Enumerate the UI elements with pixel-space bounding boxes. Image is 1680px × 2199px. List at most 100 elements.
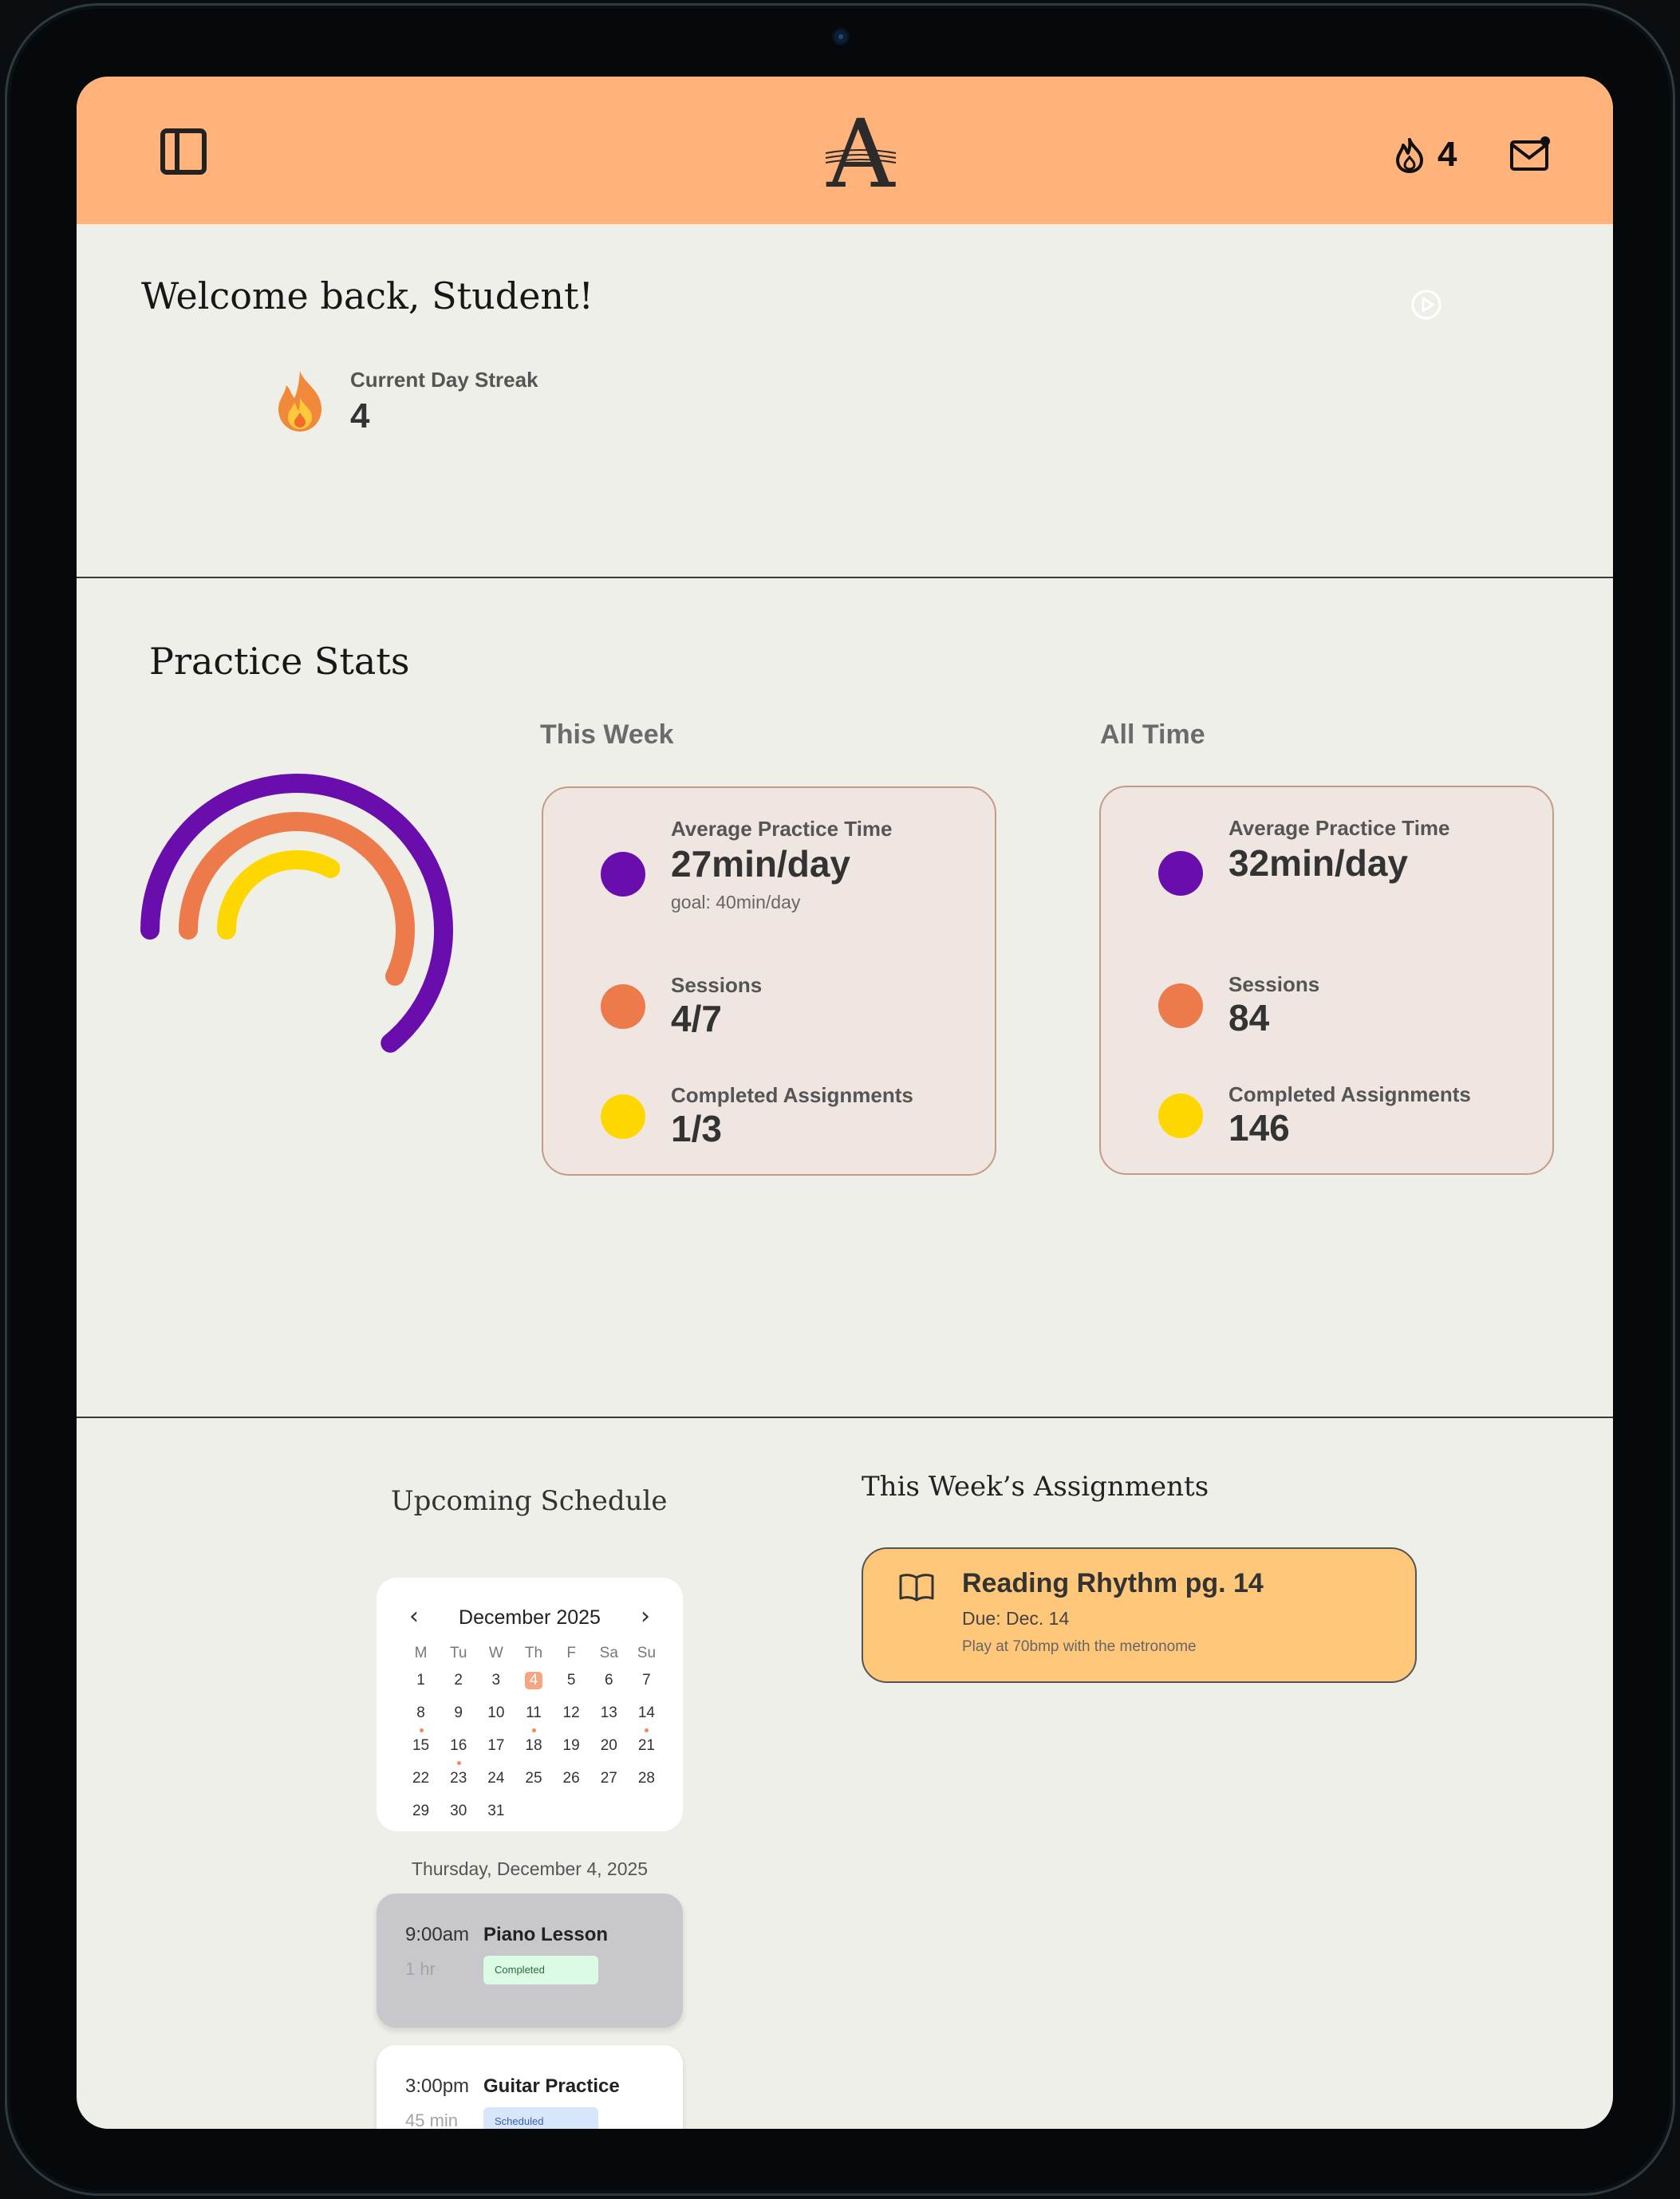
calendar-days: 1 2 3 4 5 6 7 8 9 10 11 12 13 14 15 16 17 18 19 20 21 22 23 24 2… bbox=[402, 1672, 665, 1835]
calendar-day[interactable]: 3 bbox=[477, 1672, 515, 1704]
calendar-day[interactable]: 23 bbox=[440, 1770, 477, 1803]
calendar-day[interactable]: 20 bbox=[590, 1737, 628, 1770]
play-icon[interactable] bbox=[1410, 289, 1442, 321]
calendar-day[interactable]: 16 bbox=[440, 1737, 477, 1770]
selected-date: Thursday, December 4, 2025 bbox=[411, 1858, 649, 1879]
all-time-card: Average Practice Time 32min/day Sessions… bbox=[1099, 786, 1554, 1175]
assignment-card[interactable]: Reading Rhythm pg. 14 Due: Dec. 14 Play … bbox=[862, 1547, 1417, 1683]
calendar-day[interactable]: 31 bbox=[477, 1803, 515, 1835]
stat-value: 4/7 bbox=[671, 998, 722, 1039]
orange-dot bbox=[1158, 983, 1203, 1028]
calendar-day[interactable]: 21 bbox=[628, 1737, 665, 1770]
app-screen: A 4 Welcome back, Student! Current Day S… bbox=[77, 77, 1613, 2129]
orange-dot bbox=[601, 984, 645, 1029]
calendar-widget: ‹ December 2025 › M Tu W Th F Sa Su 1234567891… bbox=[377, 1578, 683, 1831]
practice-stats-title: Practice Stats bbox=[149, 640, 410, 683]
weekday-label: Tu bbox=[449, 1645, 467, 1661]
assignment-name: Reading Rhythm pg. 14 bbox=[962, 1568, 1264, 1598]
sidebar-toggle-icon[interactable] bbox=[160, 128, 207, 175]
top-bar: A 4 bbox=[77, 77, 1613, 224]
calendar-day[interactable]: 12 bbox=[553, 1704, 590, 1737]
weekday-label: Su bbox=[637, 1645, 657, 1661]
this-week-card: Average Practice Time 27min/day goal: 40… bbox=[542, 786, 996, 1176]
flame-icon bbox=[1396, 138, 1423, 173]
stat-label: Average Practice Time bbox=[1228, 816, 1450, 840]
calendar-day[interactable]: 17 bbox=[477, 1737, 515, 1770]
calendar-day[interactable]: 19 bbox=[553, 1737, 590, 1770]
chevron-right-icon[interactable]: › bbox=[633, 1605, 657, 1629]
calendar-day[interactable]: 10 bbox=[477, 1704, 515, 1737]
event-card[interactable]: 3:00pm 45 min Guitar Practice Scheduled bbox=[377, 2045, 683, 2129]
stat-label: Sessions bbox=[1228, 972, 1320, 996]
tablet-frame: A 4 Welcome back, Student! Current Day S… bbox=[5, 3, 1675, 2196]
weekday-label: W bbox=[488, 1645, 503, 1661]
weekday-row: M Tu W Th F Sa Su bbox=[402, 1645, 665, 1662]
event-title: Guitar Practice bbox=[483, 2075, 620, 2097]
calendar-day[interactable]: 14 bbox=[628, 1704, 665, 1737]
assignment-note: Play at 70bmp with the metronome bbox=[962, 1638, 1197, 1655]
stat-value: 1/3 bbox=[671, 1108, 722, 1149]
stat-label: Completed Assignments bbox=[671, 1083, 913, 1107]
calendar-day[interactable]: 11 bbox=[515, 1704, 552, 1737]
stat-value: 27min/day bbox=[671, 843, 850, 885]
event-duration: 45 min bbox=[405, 2110, 459, 2129]
header-streak-count: 4 bbox=[1437, 135, 1457, 174]
calendar-day[interactable]: 22 bbox=[402, 1770, 440, 1803]
yellow-dot bbox=[601, 1094, 645, 1139]
calendar-day[interactable]: 7 bbox=[628, 1672, 665, 1704]
calendar-day[interactable]: 9 bbox=[440, 1704, 477, 1737]
calendar-day[interactable]: 18 bbox=[515, 1737, 552, 1770]
event-duration: 1 hr bbox=[405, 1959, 436, 1979]
calendar-day[interactable]: 2 bbox=[440, 1672, 477, 1704]
calendar-header: ‹ December 2025 › bbox=[377, 1602, 683, 1633]
purple-dot bbox=[601, 852, 645, 897]
calendar-day[interactable]: 6 bbox=[590, 1672, 628, 1704]
event-time: 9:00am bbox=[405, 1924, 470, 1945]
calendar-day[interactable]: 4 bbox=[515, 1672, 552, 1704]
weekday-label: Sa bbox=[599, 1645, 618, 1661]
calendar-day[interactable]: 5 bbox=[553, 1672, 590, 1704]
stat-value: 32min/day bbox=[1228, 842, 1408, 884]
calendar-day[interactable]: 1 bbox=[402, 1672, 440, 1704]
assignments-title: This Week’s Assignments bbox=[862, 1471, 1209, 1503]
front-camera bbox=[834, 30, 847, 43]
schedule-title: Upcoming Schedule bbox=[391, 1485, 668, 1517]
calendar-day[interactable]: 27 bbox=[590, 1770, 628, 1803]
progress-rings-chart bbox=[140, 774, 453, 1053]
weekday-label: F bbox=[566, 1645, 576, 1661]
calendar-day[interactable]: 30 bbox=[440, 1803, 477, 1835]
calendar-day[interactable]: 13 bbox=[590, 1704, 628, 1737]
yellow-dot bbox=[1158, 1094, 1203, 1138]
open-book-icon bbox=[898, 1571, 935, 1603]
calendar-day[interactable]: 28 bbox=[628, 1770, 665, 1803]
this-week-title: This Week bbox=[540, 719, 674, 750]
all-time-title: All Time bbox=[1100, 719, 1205, 750]
weekday-label: M bbox=[414, 1645, 428, 1661]
ring-orange bbox=[179, 812, 415, 986]
calendar-day[interactable]: 29 bbox=[402, 1803, 440, 1835]
streak-value: 4 bbox=[350, 396, 370, 435]
assignment-due: Due: Dec. 14 bbox=[962, 1608, 1070, 1629]
mail-notification-icon[interactable] bbox=[1509, 134, 1552, 174]
section-divider bbox=[77, 577, 1613, 578]
event-time: 3:00pm bbox=[405, 2075, 470, 2097]
status-badge: Completed bbox=[483, 1956, 598, 1984]
section-divider bbox=[77, 1417, 1613, 1418]
weekday-label: Th bbox=[524, 1645, 543, 1661]
stat-label: Average Practice Time bbox=[671, 817, 893, 841]
event-card[interactable]: 9:00am 1 hr Piano Lesson Completed bbox=[377, 1894, 683, 2028]
purple-dot bbox=[1158, 851, 1203, 896]
calendar-day[interactable]: 15 bbox=[402, 1737, 440, 1770]
flame-emoji-icon bbox=[272, 368, 328, 435]
calendar-day[interactable]: 8 bbox=[402, 1704, 440, 1737]
calendar-day[interactable]: 24 bbox=[477, 1770, 515, 1803]
stat-label: Completed Assignments bbox=[1228, 1082, 1471, 1106]
streak-label: Current Day Streak bbox=[350, 368, 538, 392]
status-badge: Scheduled bbox=[483, 2107, 598, 2129]
calendar-day[interactable]: 26 bbox=[553, 1770, 590, 1803]
stat-value: 84 bbox=[1228, 997, 1270, 1038]
stat-label: Sessions bbox=[671, 973, 763, 997]
calendar-day[interactable]: 25 bbox=[515, 1770, 552, 1803]
event-title: Piano Lesson bbox=[483, 1924, 609, 1945]
header-streak[interactable]: 4 bbox=[1393, 132, 1457, 177]
